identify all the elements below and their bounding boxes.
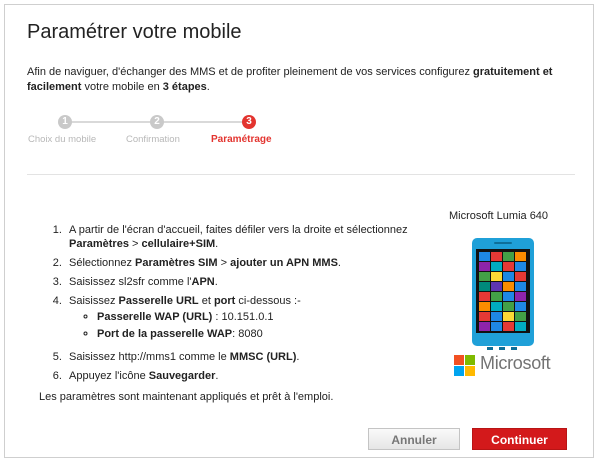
logo-square <box>465 366 475 376</box>
phone-tile <box>479 262 490 271</box>
phone-tile <box>515 262 526 271</box>
instruction-step: Sélectionnez Paramètres SIM > ajouter un… <box>65 256 409 270</box>
intro-part: votre mobile en <box>81 81 163 93</box>
intro-text: Afin de naviguer, d'échanger des MMS et … <box>27 65 572 95</box>
dialog: Paramétrer votre mobile Afin de naviguer… <box>4 4 594 458</box>
progress-stepper: 1 Choix du mobile 2 Confirmation 3 Param… <box>5 109 595 149</box>
phone-tile <box>479 322 490 331</box>
phone-tile <box>491 302 502 311</box>
phone-tile <box>515 272 526 281</box>
intro-part: . <box>206 81 210 93</box>
step-2-label: Confirmation <box>126 134 180 145</box>
phone-tile <box>503 312 514 321</box>
phone-tile <box>491 312 502 321</box>
phone-tile <box>503 322 514 331</box>
instruction-list: A partir de l'écran d'accueil, faites dé… <box>29 223 409 383</box>
instructions: A partir de l'écran d'accueil, faites dé… <box>29 223 409 388</box>
cancel-button[interactable]: Annuler <box>368 428 460 450</box>
step-1-label: Choix du mobile <box>28 134 97 145</box>
phone-tile <box>515 322 526 331</box>
phone-tile <box>503 302 514 311</box>
continue-button[interactable]: Continuer <box>472 428 567 450</box>
phone-speaker <box>494 242 512 244</box>
instruction-step: Saisissez sl2sfr comme l'APN. <box>65 275 409 289</box>
step-1-number: 1 <box>58 115 72 129</box>
phone-image <box>472 238 534 350</box>
phone-tile <box>479 292 490 301</box>
phone-tiles <box>479 252 527 331</box>
intro-part: Afin de naviguer, d'échanger des MMS et … <box>27 66 474 78</box>
stepper-connector <box>65 121 155 123</box>
device-name: Microsoft Lumia 640 <box>449 210 549 222</box>
phone-tile <box>479 282 490 291</box>
phone-tile <box>479 312 490 321</box>
phone-tile <box>515 252 526 261</box>
intro-emphasis: 3 étapes <box>162 81 207 93</box>
phone-tile <box>491 322 502 331</box>
step-3-number: 3 <box>242 115 256 129</box>
phone-tile <box>503 292 514 301</box>
phone-tile <box>503 262 514 271</box>
phone-tile <box>491 292 502 301</box>
gateway-url-item: Passerelle WAP (URL) : 10.151.0.1 <box>97 310 409 324</box>
phone-tile <box>515 292 526 301</box>
phone-tile <box>479 252 490 261</box>
phone-nav-buttons <box>484 337 522 350</box>
brand-wordmark: Microsoft <box>480 353 551 373</box>
phone-screen <box>476 249 530 333</box>
phone-tile <box>515 312 526 321</box>
completion-note: Les paramètres sont maintenant appliqués… <box>39 391 334 403</box>
phone-tile <box>491 262 502 271</box>
phone-tile <box>503 272 514 281</box>
gateway-settings-list: Passerelle WAP (URL) : 10.151.0.1 Port d… <box>69 310 409 341</box>
gateway-port-item: Port de la passerelle WAP: 8080 <box>97 327 409 341</box>
phone-tile <box>491 272 502 281</box>
microsoft-logo-icon <box>454 355 476 377</box>
phone-tile <box>479 272 490 281</box>
instruction-step: Appuyez l'icône Sauvegarder. <box>65 369 409 383</box>
instruction-step: Saisissez Passerelle URL et port ci-dess… <box>65 294 409 341</box>
logo-square <box>465 355 475 365</box>
phone-tile <box>503 282 514 291</box>
phone-tile <box>515 282 526 291</box>
page-title: Paramétrer votre mobile <box>27 21 242 43</box>
phone-tile <box>491 282 502 291</box>
step-2-number: 2 <box>150 115 164 129</box>
instruction-step: Saisissez http://mms1 comme le MMSC (URL… <box>65 350 409 364</box>
instruction-step: A partir de l'écran d'accueil, faites dé… <box>65 223 409 251</box>
phone-tile <box>503 252 514 261</box>
logo-square <box>454 366 464 376</box>
phone-tile <box>515 302 526 311</box>
divider <box>27 174 575 175</box>
phone-tile <box>479 302 490 311</box>
phone-tile <box>491 252 502 261</box>
step-3-label: Paramétrage <box>211 134 272 145</box>
stepper-connector <box>157 121 247 123</box>
logo-square <box>454 355 464 365</box>
